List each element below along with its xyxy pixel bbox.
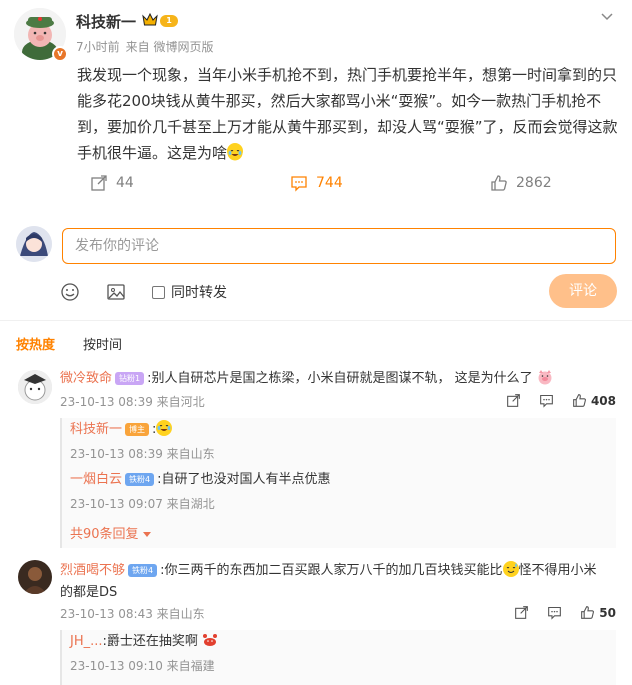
pig-emoji-icon	[538, 370, 552, 385]
comment-meta: 23-10-13 08:43 来自山东	[60, 607, 205, 621]
image-icon	[107, 284, 125, 300]
comment-like-button[interactable]: 408	[572, 393, 616, 408]
comment-username[interactable]: 烈酒喝不够	[60, 563, 125, 578]
laugh-cry-emoji-icon	[156, 420, 173, 436]
comment-text: :别人自研芯片是国之栋梁，小米自研就是图谋不轨， 这是为什么了	[147, 371, 533, 386]
comment-avatar[interactable]	[18, 560, 52, 594]
reply-username[interactable]: 一烟白云	[70, 472, 122, 487]
comment-text: :你三两千的东西加二百买跟人家万八千的加几百块钱买能比	[160, 563, 503, 578]
emoji-button[interactable]	[60, 282, 80, 302]
comment-text-line2: 的都是DS	[60, 585, 118, 600]
comment-button[interactable]: 744	[290, 174, 343, 192]
post-actions: 44 744 2862	[0, 174, 632, 198]
comment-repost-button[interactable]	[506, 393, 521, 408]
laugh-cry-emoji-icon	[227, 143, 244, 161]
post-content: 我发现一个现象，当年小米手机抢不到，热门手机要抢半年，想第一时间拿到的只能多花2…	[77, 62, 622, 166]
comment-like-count: 50	[599, 605, 616, 620]
my-avatar[interactable]	[16, 226, 52, 262]
divider	[0, 320, 632, 321]
comment-count: 744	[316, 175, 343, 191]
tab-by-time[interactable]: 按时间	[83, 334, 122, 353]
reply-text: :爵士还在抽奖啊	[102, 634, 198, 649]
crab-emoji-icon	[203, 634, 218, 646]
more-replies-link[interactable]: 共90条回复	[70, 523, 151, 542]
post-meta: 7小时前 来自 微博网页版	[76, 38, 219, 55]
comment-actions: 408	[488, 393, 616, 408]
reply-list: JH_...:爵士还在抽奖啊 23-10-13 09:10 来自福建	[60, 630, 616, 685]
comment-icon	[291, 176, 307, 192]
thumbs-up-icon	[581, 606, 595, 619]
like-button[interactable]: 2862	[490, 174, 552, 192]
comment-text-line: 烈酒喝不够 铁粉4:你三两千的东西加二百买跟人家万八千的加几百块钱买能比 怪不得用小…	[60, 560, 615, 604]
comment-reply-button[interactable]	[539, 393, 554, 408]
author-name[interactable]: 科技新一	[76, 11, 136, 32]
reply-meta: 23-10-13 08:39 来自山东	[70, 447, 215, 461]
comment-icon	[540, 394, 553, 408]
repost-checkbox[interactable]: 同时转发	[152, 282, 227, 302]
reply-username[interactable]: 科技新一	[70, 422, 122, 437]
comment-text-cont: 怪不得用小米	[518, 563, 597, 578]
post-source: 来自 微博网页版	[125, 40, 214, 54]
reply-username[interactable]: JH_...	[70, 634, 103, 649]
repost-icon	[91, 175, 107, 191]
blogger-badge: 博主	[125, 423, 150, 436]
tab-by-hot[interactable]: 按热度	[16, 334, 55, 353]
comment-actions: 50	[496, 605, 616, 620]
comment-meta: 23-10-13 08:39 来自河北	[60, 395, 205, 409]
fan-badge: 铁粉4	[125, 473, 155, 486]
reply-text: :自研了也没对国人有半点优惠	[157, 472, 331, 487]
more-replies-label: 共90条回复	[70, 527, 139, 542]
comment-reply-button[interactable]	[547, 605, 562, 620]
image-button[interactable]	[106, 282, 126, 302]
comment-composer: 发布你的评论 同时转发 评论	[16, 224, 620, 324]
thumbs-up-icon	[491, 175, 507, 191]
reply-item: 一烟白云 铁粉4:自研了也没对国人有半点优惠	[70, 470, 331, 490]
chevron-down-icon[interactable]	[600, 10, 614, 24]
sort-tabs: 按热度 按时间	[16, 334, 150, 353]
comment-like-button[interactable]: 50	[580, 605, 616, 620]
submit-comment-button[interactable]: 评论	[549, 274, 617, 308]
reply-item: JH_...:爵士还在抽奖啊	[70, 632, 218, 652]
comment-repost-button[interactable]	[514, 605, 529, 620]
reply-list: 科技新一 博主: 23-10-13 08:39 来自山东 一烟白云 铁粉4:自研了也…	[60, 418, 616, 548]
post-header: v 科技新一 1 7小时前 来自 微博网页版	[14, 8, 618, 64]
repost-checkbox-label: 同时转发	[171, 285, 227, 301]
comment-input[interactable]: 发布你的评论	[62, 228, 616, 264]
smiley-icon	[61, 283, 79, 301]
level-badge: 1	[160, 15, 178, 27]
comment-text-line: 微冷致命 钻粉1:别人自研芯片是国之栋梁，小米自研就是图谋不轨， 这是为什么了	[60, 368, 615, 390]
comment-like-count: 408	[590, 393, 616, 408]
composer-tools: 同时转发	[60, 282, 253, 302]
repost-icon	[515, 606, 529, 619]
repost-button[interactable]: 44	[90, 174, 134, 192]
comment-avatar[interactable]	[18, 370, 52, 404]
reply-meta: 23-10-13 09:07 来自湖北	[70, 497, 215, 511]
post-time[interactable]: 7小时前	[76, 40, 120, 54]
fan-badge: 钻粉1	[115, 372, 145, 385]
crown-icon	[142, 12, 158, 26]
comment-icon	[548, 606, 562, 620]
repost-count: 44	[116, 175, 134, 191]
thumbs-up-icon	[573, 394, 586, 407]
post-text: 我发现一个现象，当年小米手机抢不到，热门手机要抢半年，想第一时间拿到的只能多花2…	[77, 66, 618, 162]
repost-icon	[507, 394, 520, 407]
comment-username[interactable]: 微冷致命	[60, 371, 112, 386]
caret-down-icon	[142, 532, 151, 537]
reply-meta: 23-10-13 09:10 来自福建	[70, 659, 215, 673]
verified-badge-icon: v	[52, 46, 68, 62]
reply-item: 科技新一 博主:	[70, 420, 173, 440]
like-count: 2862	[516, 175, 552, 191]
fan-badge: 铁粉4	[128, 564, 158, 577]
checkbox[interactable]	[152, 285, 165, 299]
sweat-smile-emoji-icon	[502, 561, 519, 577]
